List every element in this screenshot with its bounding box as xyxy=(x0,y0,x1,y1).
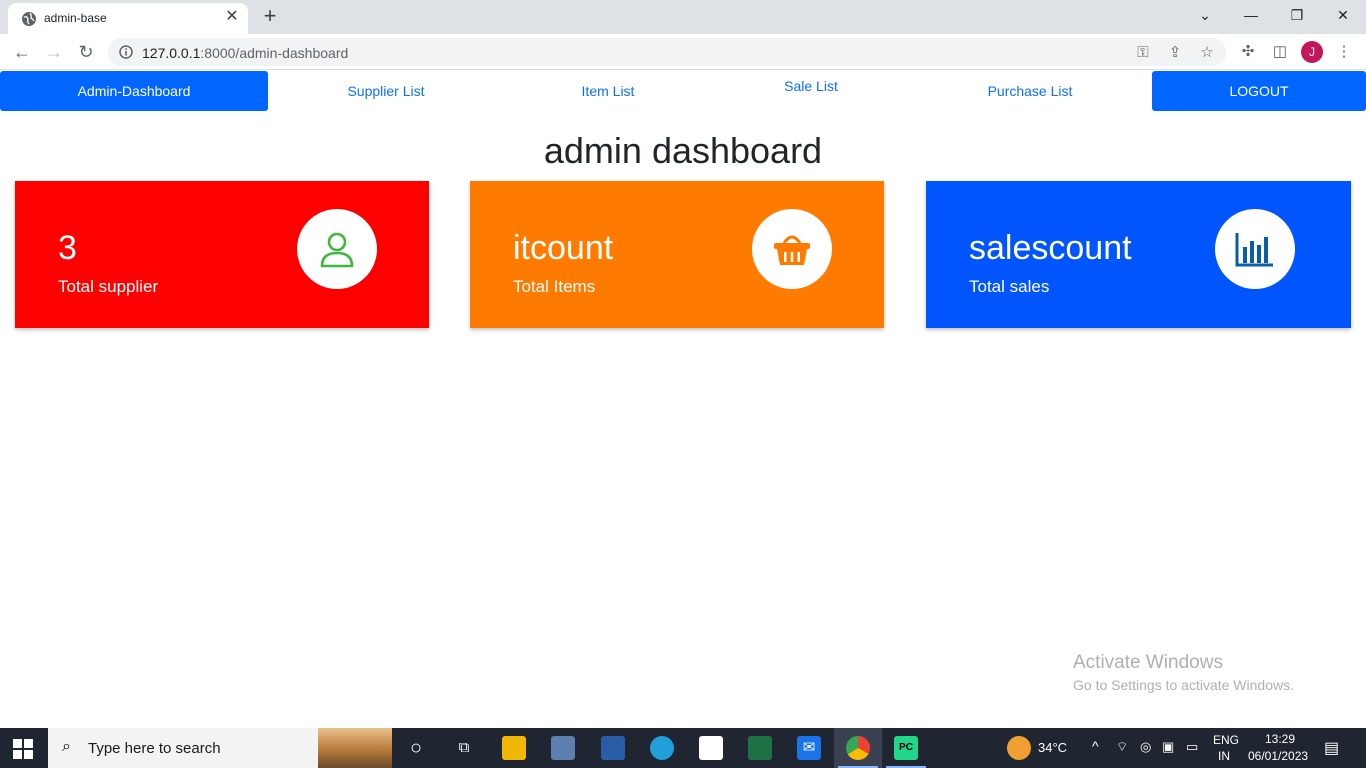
taskbar: ⌕ Type here to search ○ ⧉ ✉ PC 34°C ^ ⌔ … xyxy=(0,728,1366,768)
browser-toolbar: ← → ↻ 127.0.0.1:8000/admin-dashboard ⚿ ⇪… xyxy=(0,34,1366,70)
browser-tab[interactable]: admin-base ✕ xyxy=(8,3,248,34)
sales-count: salescount xyxy=(969,229,1132,267)
nav-purchase-list[interactable]: Purchase List xyxy=(960,71,1100,111)
weather-icon[interactable] xyxy=(1007,736,1031,760)
search-highlight-image xyxy=(318,728,392,768)
key-icon[interactable]: ⚿ xyxy=(1134,44,1152,62)
reload-icon[interactable]: ↻ xyxy=(74,40,98,64)
sales-label: Total sales xyxy=(969,277,1050,296)
tray-chevron-up-icon[interactable]: ^ xyxy=(1092,738,1099,754)
excel-icon[interactable] xyxy=(748,736,772,760)
file-explorer-icon[interactable] xyxy=(502,736,526,760)
new-tab-button[interactable]: + xyxy=(259,5,281,27)
search-placeholder: Type here to search xyxy=(88,740,221,757)
clock-time[interactable]: 13:29 xyxy=(1265,732,1295,746)
address-bar[interactable]: 127.0.0.1:8000/admin-dashboard ⚿ ⇪ ☆ xyxy=(108,38,1226,66)
items-card[interactable]: itcount Total Items xyxy=(470,181,884,328)
webcam-icon[interactable]: ◎ xyxy=(1140,739,1151,755)
store-icon[interactable] xyxy=(699,736,723,760)
url-text: 127.0.0.1:8000/admin-dashboard xyxy=(142,45,349,61)
side-panel-icon[interactable]: ◫ xyxy=(1269,41,1291,63)
share-icon[interactable]: ⇪ xyxy=(1166,44,1184,62)
menu-kebab-icon[interactable]: ⋮ xyxy=(1333,41,1355,63)
cortana-icon[interactable]: ○ xyxy=(404,736,428,760)
task-view-icon[interactable]: ⧉ xyxy=(452,736,476,760)
clock-date[interactable]: 06/01/2023 xyxy=(1248,749,1308,763)
battery-icon[interactable]: ▭ xyxy=(1186,739,1198,755)
sales-card[interactable]: salescount Total sales xyxy=(926,181,1351,328)
supplier-count: 3 xyxy=(58,229,77,267)
language-code[interactable]: ENG xyxy=(1213,733,1239,747)
mail-icon[interactable]: ✉ xyxy=(797,736,821,760)
minimize-icon[interactable]: — xyxy=(1239,4,1263,26)
taskbar-search[interactable]: ⌕ Type here to search xyxy=(48,728,392,768)
photos-icon[interactable] xyxy=(551,736,575,760)
display-icon[interactable]: ▣ xyxy=(1162,739,1174,755)
pycharm-icon[interactable]: PC xyxy=(894,736,918,760)
logout-button[interactable]: LOGOUT xyxy=(1152,71,1366,111)
items-icon-circle xyxy=(752,209,832,289)
temperature[interactable]: 34°C xyxy=(1038,740,1067,755)
network-icon[interactable]: ⌔ xyxy=(1116,739,1128,755)
app-nav: Admin-Dashboard Supplier List Item List … xyxy=(0,71,1366,111)
extensions-puzzle-icon[interactable]: ✣ xyxy=(1237,41,1259,63)
computer-icon[interactable] xyxy=(601,736,625,760)
nav-item-list[interactable]: Item List xyxy=(540,71,676,111)
info-icon[interactable] xyxy=(119,45,133,59)
back-arrow-icon[interactable]: ← xyxy=(10,40,34,64)
browser-tab-strip: admin-base ✕ + ⌄ — ❐ ✕ xyxy=(0,0,1366,34)
page-title: admin dashboard xyxy=(543,130,823,171)
search-icon: ⌕ xyxy=(62,738,71,755)
bookmark-star-icon[interactable]: ☆ xyxy=(1198,44,1216,62)
forward-arrow-icon[interactable]: → xyxy=(42,40,66,64)
supplier-card[interactable]: 3 Total supplier xyxy=(15,181,429,328)
nav-admin-dashboard[interactable]: Admin-Dashboard xyxy=(0,71,268,111)
supplier-label: Total supplier xyxy=(58,277,159,296)
nav-supplier-list[interactable]: Supplier List xyxy=(300,71,472,111)
items-label: Total Items xyxy=(513,277,596,296)
user-icon xyxy=(320,232,354,268)
restore-icon[interactable]: ❐ xyxy=(1285,4,1309,26)
close-tab-icon[interactable]: ✕ xyxy=(224,9,240,25)
language-region[interactable]: IN xyxy=(1218,749,1230,763)
bar-chart-icon xyxy=(1235,233,1273,267)
tab-search-chevron-icon[interactable]: ⌄ xyxy=(1193,4,1217,26)
edge-icon[interactable] xyxy=(650,736,674,760)
basket-icon xyxy=(774,235,810,265)
nav-sale-list[interactable]: Sale List xyxy=(760,66,862,106)
profile-avatar[interactable]: J xyxy=(1301,41,1323,63)
activate-windows-title: Activate Windows xyxy=(1073,652,1223,673)
items-count: itcount xyxy=(513,229,614,267)
chrome-icon[interactable] xyxy=(846,736,870,760)
globe-icon xyxy=(22,12,36,26)
activate-windows-subtitle: Go to Settings to activate Windows. xyxy=(1073,677,1294,693)
windows-start-icon[interactable] xyxy=(12,738,34,760)
tab-title: admin-base xyxy=(44,11,107,25)
window-close-icon[interactable]: ✕ xyxy=(1331,4,1355,26)
supplier-icon-circle xyxy=(297,209,377,289)
sales-icon-circle xyxy=(1215,209,1295,289)
notification-icon[interactable]: ▤ xyxy=(1324,738,1339,758)
